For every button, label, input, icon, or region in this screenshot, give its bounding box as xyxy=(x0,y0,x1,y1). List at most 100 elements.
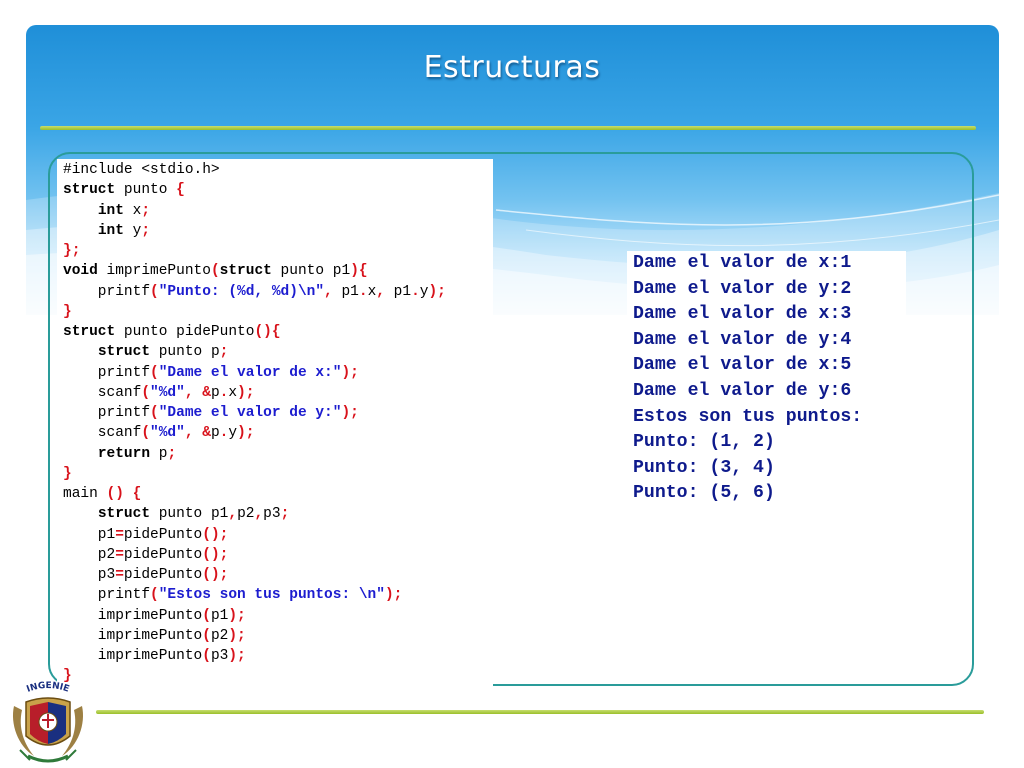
code-line: p2=pidePunto(); xyxy=(63,545,446,565)
code-token: p1 xyxy=(332,283,359,300)
code-token: } xyxy=(63,303,72,320)
code-token: return xyxy=(97,445,151,462)
code-token: ; xyxy=(219,344,229,361)
code-token: } xyxy=(63,465,72,482)
slide: Estructuras #include <stdio.h> struct pun… xyxy=(0,0,1024,768)
code-token: punto p1 xyxy=(150,506,229,523)
console-line: Dame el valor de y:6 xyxy=(633,380,852,401)
code-token: ); xyxy=(237,425,255,442)
code-token: scanf xyxy=(63,384,142,401)
code-token: ); xyxy=(428,283,446,300)
code-line: int x; xyxy=(63,201,446,221)
code-token: scanf xyxy=(63,425,142,442)
code-line: printf("Estos son tus puntos: \n"); xyxy=(63,585,446,605)
code-token: , xyxy=(376,283,385,300)
code-line: }; xyxy=(63,241,446,261)
code-panel: #include <stdio.h> struct punto { int x; … xyxy=(57,159,493,689)
code-token: ( xyxy=(202,607,211,624)
code-token: "%d" xyxy=(150,384,185,401)
university-crest-icon: INGENIE xyxy=(8,676,88,764)
code-token: struct xyxy=(219,263,272,280)
code-line: imprimePunto(p2); xyxy=(63,626,446,646)
code-token: punto p xyxy=(150,344,220,361)
code-token: imprimePunto xyxy=(63,627,203,644)
console-line: Punto: (1, 2) xyxy=(633,432,775,453)
code-token: x xyxy=(367,283,377,300)
code-token: , xyxy=(184,425,194,442)
code-line: p3=pidePunto(); xyxy=(63,565,446,585)
code-line: printf("Punto: (%d, %d)\n", p1.x, p1.y); xyxy=(63,282,446,302)
code-token: ( xyxy=(210,263,220,280)
code-line: } xyxy=(63,666,446,686)
code-token: = xyxy=(115,526,124,543)
code-token: () xyxy=(106,486,124,502)
code-line: struct punto p1,p2,p3; xyxy=(63,504,446,524)
code-line: struct punto { xyxy=(63,180,446,200)
code-token: ); xyxy=(228,627,246,644)
console-line: Dame el valor de y:4 xyxy=(633,329,852,350)
code-token: struct xyxy=(97,506,151,523)
code-token: ( xyxy=(150,364,159,381)
code-line: scanf("%d", &p.y); xyxy=(63,423,446,443)
code-token: main xyxy=(63,486,107,502)
code-token: { xyxy=(132,486,142,502)
console-line: Estos son tus puntos: xyxy=(633,406,863,427)
code-token: p xyxy=(210,384,220,401)
code-token: = xyxy=(115,567,124,583)
code-token: "Punto: (%d, %d)\n" xyxy=(158,283,325,300)
code-token: & xyxy=(202,425,211,442)
code-token: void xyxy=(63,263,98,280)
code-token: ( xyxy=(202,627,211,644)
code-token: punto p1 xyxy=(271,263,351,280)
code-token: ); xyxy=(228,648,246,664)
code-token: (){ xyxy=(254,324,281,340)
code-token: int xyxy=(97,202,124,219)
code-token: "Dame el valor de x:" xyxy=(158,364,342,381)
footer-divider xyxy=(96,710,984,714)
code-token: "Dame el valor de y:" xyxy=(158,405,342,421)
code-token: p2 xyxy=(237,506,255,523)
code-token: printf xyxy=(63,364,151,381)
code-token: ); xyxy=(341,364,359,381)
code-token: printf xyxy=(63,587,151,604)
code-line: struct punto pidePunto(){ xyxy=(63,322,446,342)
code-token: p1 xyxy=(63,526,116,543)
console-line: Dame el valor de y:2 xyxy=(633,278,852,299)
code-line: imprimePunto(p3); xyxy=(63,646,446,666)
code-token: x xyxy=(228,384,238,401)
code-token: ; xyxy=(141,222,151,239)
code-token: }; xyxy=(63,243,81,259)
code-token: ; xyxy=(280,506,290,523)
code-token: "%d" xyxy=(150,425,185,442)
code-token: p1 xyxy=(210,607,229,624)
code-token: p3 xyxy=(263,506,281,523)
code-line: } xyxy=(63,464,446,484)
code-token: , xyxy=(324,283,333,300)
code-token: int xyxy=(97,222,124,239)
code-token: ); xyxy=(237,384,255,401)
code-token: p3 xyxy=(63,567,116,583)
code-token: p2 xyxy=(63,546,116,563)
console-output: Dame el valor de x:1 Dame el valor de y:2… xyxy=(633,251,862,507)
code-token: punto pidePunto xyxy=(115,324,255,340)
code-token: ( xyxy=(141,384,151,401)
code-token: imprimePunto xyxy=(63,607,203,624)
code-token: struct xyxy=(63,182,116,199)
code-token: pidePunto xyxy=(123,567,203,583)
code-token: p xyxy=(150,445,168,462)
code-token: printf xyxy=(63,405,151,421)
code-token: struct xyxy=(97,344,151,361)
code-line: return p; xyxy=(63,444,446,464)
code-token: pidePunto xyxy=(123,546,203,563)
code-token: ( xyxy=(150,587,159,604)
code-line: struct punto p; xyxy=(63,342,446,362)
code-line: int y; xyxy=(63,221,446,241)
code-listing: #include <stdio.h> struct punto { int x; … xyxy=(63,160,446,687)
code-token: y xyxy=(123,222,142,239)
